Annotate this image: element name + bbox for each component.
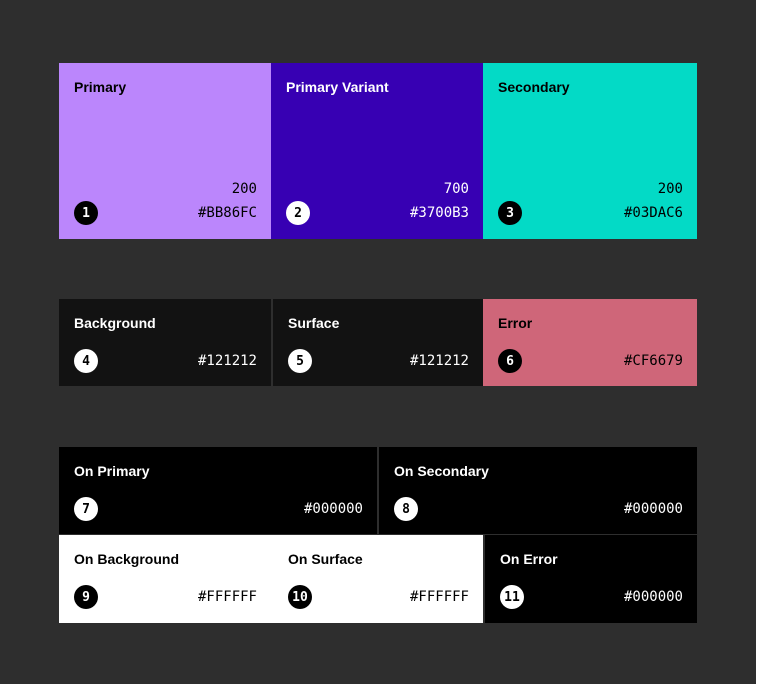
- swatch-name: Primary Variant: [286, 79, 389, 95]
- swatch-name: On Secondary: [394, 463, 489, 479]
- palette-canvas: Primary 200 1 #BB86FC Primary Variant 70…: [0, 0, 756, 684]
- swatch-name: On Error: [500, 551, 558, 567]
- swatch-number-badge: 11: [500, 585, 524, 609]
- swatch-primary-variant: Primary Variant 700 2 #3700B3: [271, 63, 483, 239]
- swatch-name: Background: [74, 315, 156, 331]
- swatch-name: Primary: [74, 79, 127, 95]
- swatch-error: Error 6 #CF6679: [483, 299, 697, 386]
- swatch-number-badge: 5: [288, 349, 312, 373]
- swatch-on-primary: On Primary 7 #000000: [59, 447, 377, 534]
- swatch-number-badge: 10: [288, 585, 312, 609]
- swatch-tone: 200: [657, 181, 683, 197]
- swatch-hex: #121212: [409, 353, 469, 369]
- swatch-number-badge: 1: [74, 201, 98, 225]
- swatch-hex: #000000: [303, 501, 363, 517]
- swatch-number-badge: 7: [74, 497, 98, 521]
- swatch-on-secondary: On Secondary 8 #000000: [379, 447, 697, 534]
- swatch-hex: #3700B3: [409, 205, 469, 221]
- swatch-tone: 200: [231, 181, 257, 197]
- swatch-on-error: On Error 11 #000000: [485, 535, 697, 623]
- swatch-on-background: On Background 9 #FFFFFF: [59, 535, 271, 623]
- swatch-hex: #FFFFFF: [197, 589, 257, 605]
- swatch-surface: Surface 5 #121212: [273, 299, 483, 386]
- swatch-number-badge: 6: [498, 349, 522, 373]
- swatch-tone: 700: [443, 181, 469, 197]
- swatch-hex: #000000: [623, 501, 683, 517]
- swatch-name: On Background: [74, 551, 180, 567]
- swatch-hex: #BB86FC: [197, 205, 257, 221]
- swatch-hex: #121212: [197, 353, 257, 369]
- swatch-name: On Primary: [74, 463, 150, 479]
- swatch-secondary: Secondary 200 3 #03DAC6: [483, 63, 697, 239]
- swatch-on-surface: On Surface 10 #FFFFFF: [271, 535, 483, 623]
- swatch-hex: #03DAC6: [623, 205, 683, 221]
- swatch-number-badge: 2: [286, 201, 310, 225]
- swatch-number-badge: 3: [498, 201, 522, 225]
- swatch-hex: #CF6679: [623, 353, 683, 369]
- swatch-primary: Primary 200 1 #BB86FC: [59, 63, 271, 239]
- swatch-hex: #000000: [623, 589, 683, 605]
- swatch-number-badge: 4: [74, 349, 98, 373]
- swatch-name: Error: [498, 315, 533, 331]
- swatch-number-badge: 8: [394, 497, 418, 521]
- swatch-number-badge: 9: [74, 585, 98, 609]
- swatch-background: Background 4 #121212: [59, 299, 271, 386]
- swatch-hex: #FFFFFF: [409, 589, 469, 605]
- swatch-name: Surface: [288, 315, 340, 331]
- swatch-name: On Surface: [288, 551, 363, 567]
- swatch-name: Secondary: [498, 79, 570, 95]
